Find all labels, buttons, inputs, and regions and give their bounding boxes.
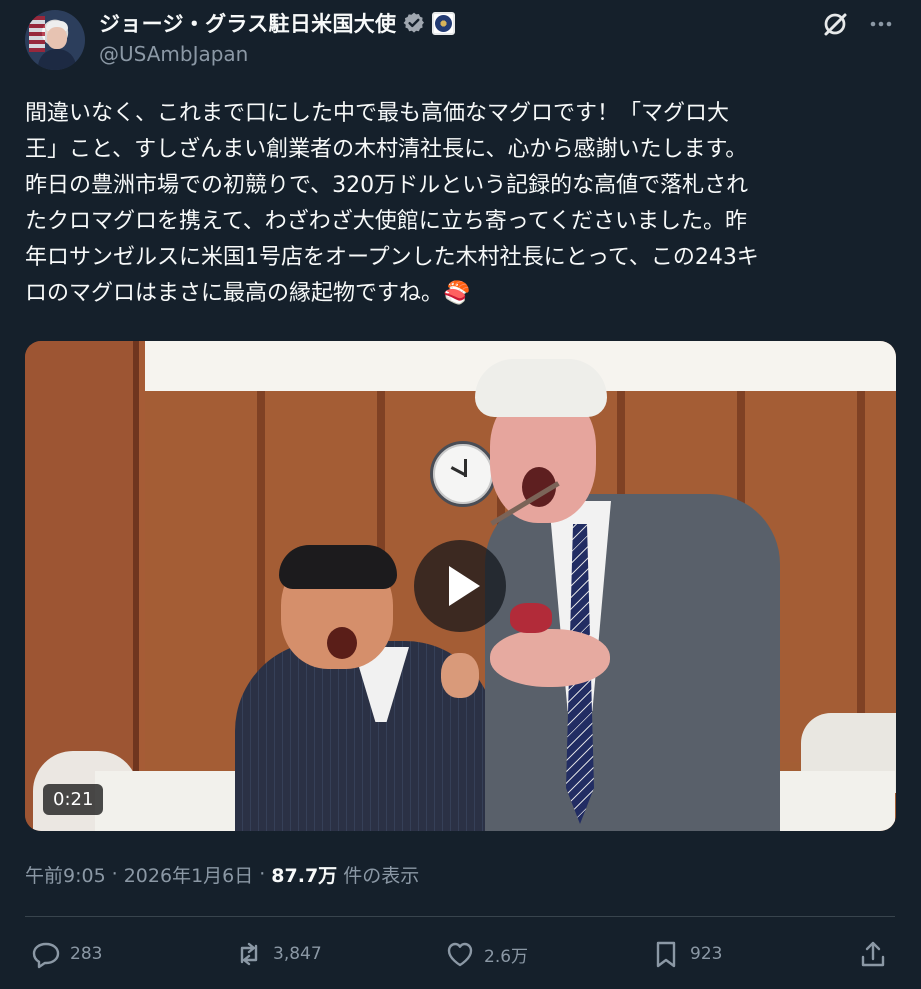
- left-person-mouth: [327, 627, 357, 659]
- account-name-row: ジョージ・グラス駐日米国大使: [99, 8, 456, 38]
- avatar-face: [47, 27, 67, 49]
- heart-icon: [444, 938, 476, 970]
- like-count: 2.6万: [484, 946, 529, 967]
- left-person-hair: [279, 545, 397, 589]
- repost-count: 3,847: [273, 944, 322, 964]
- post-time[interactable]: 午前9:05: [25, 861, 106, 888]
- tuna-piece: [510, 603, 552, 633]
- share-button[interactable]: [857, 934, 889, 974]
- repost-button[interactable]: 3,847: [233, 934, 322, 974]
- reply-count: 283: [70, 944, 103, 964]
- post-meta: 午前9:05 · 2026年1月6日 · 87.7万 件の表示: [25, 860, 419, 888]
- meta-separator-1: ·: [111, 863, 118, 885]
- avatar-suit: [38, 49, 76, 70]
- post-header: ジョージ・グラス駐日米国大使 @USAmbJapan: [25, 8, 895, 70]
- play-icon: [449, 566, 480, 606]
- bookmark-button[interactable]: 923: [650, 934, 722, 974]
- reply-icon: [30, 938, 62, 970]
- bookmark-icon: [650, 938, 682, 970]
- like-button[interactable]: 2.6万: [444, 934, 528, 974]
- account-handle[interactable]: @USAmbJapan: [99, 42, 248, 66]
- avatar[interactable]: [25, 10, 85, 70]
- share-icon: [857, 938, 889, 970]
- display-name[interactable]: ジョージ・グラス駐日米国大使: [99, 8, 396, 38]
- grok-icon[interactable]: [821, 10, 849, 38]
- government-seal-icon: [432, 11, 456, 35]
- verified-badge-icon: [402, 11, 426, 35]
- play-button[interactable]: [414, 540, 506, 632]
- post-text: 間違いなく、これまで口にした中で最も高価なマグロです！「マグロ大 王」こと、すし…: [25, 101, 759, 306]
- right-person-hair: [475, 359, 607, 417]
- more-icon[interactable]: [867, 10, 895, 38]
- video-duration: 0:21: [43, 784, 104, 815]
- avatar-flag: [29, 16, 45, 52]
- post-actions: 283 3,847 2.6万 923: [25, 934, 895, 974]
- action-divider: [25, 916, 895, 917]
- reply-button[interactable]: 283: [30, 934, 102, 974]
- bookmark-count: 923: [690, 944, 723, 964]
- right-person-hands: [490, 629, 610, 687]
- repost-icon: [233, 938, 265, 970]
- view-count-label: 件の表示: [343, 864, 420, 887]
- view-count: 87.7万: [271, 864, 338, 887]
- meta-separator-2: ·: [259, 863, 266, 885]
- post-date[interactable]: 2026年1月6日: [124, 861, 254, 888]
- post-top-actions: [821, 10, 895, 38]
- video-player[interactable]: 0:21: [25, 341, 896, 831]
